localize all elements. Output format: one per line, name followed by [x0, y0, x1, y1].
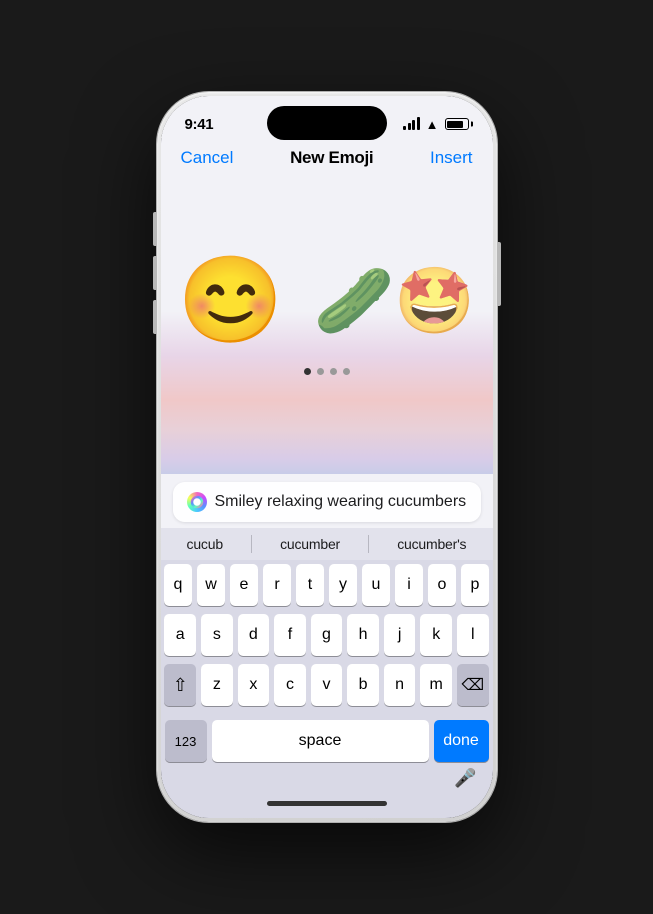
- key-x[interactable]: x: [238, 664, 270, 706]
- status-time: 9:41: [185, 116, 214, 133]
- key-c[interactable]: c: [274, 664, 306, 706]
- key-v[interactable]: v: [311, 664, 343, 706]
- signal-icon: [403, 118, 420, 130]
- key-o[interactable]: o: [428, 564, 456, 606]
- keyboard: q w e r t y u i o p a s: [161, 560, 493, 716]
- key-y[interactable]: y: [329, 564, 357, 606]
- microphone-icon[interactable]: 🎤: [454, 768, 476, 789]
- key-g[interactable]: g: [311, 614, 343, 656]
- key-q[interactable]: q: [164, 564, 192, 606]
- dot-2: [317, 368, 324, 375]
- key-u[interactable]: u: [362, 564, 390, 606]
- key-l[interactable]: l: [457, 614, 489, 656]
- key-row-1: q w e r t y u i o p: [165, 564, 489, 606]
- key-done-button[interactable]: done: [434, 720, 489, 762]
- autocomplete-bar: cucub cucumber cucumber's: [161, 528, 493, 560]
- autocomplete-word-2[interactable]: cucumber: [272, 533, 348, 555]
- autocomplete-word-3[interactable]: cucumber's: [389, 533, 474, 555]
- phone-frame: 9:41 ▲ Cancel New Emoji: [157, 92, 497, 822]
- dot-3: [330, 368, 337, 375]
- dot-1: [304, 368, 311, 375]
- key-i[interactable]: i: [395, 564, 423, 606]
- nav-title: New Emoji: [290, 148, 373, 168]
- search-bar[interactable]: Smiley relaxing wearing cucumbers: [173, 482, 481, 522]
- key-backspace[interactable]: ⌫: [457, 664, 489, 706]
- key-d[interactable]: d: [238, 614, 270, 656]
- primary-emoji[interactable]: 😊: [178, 258, 284, 343]
- status-icons: ▲: [403, 117, 468, 132]
- key-b[interactable]: b: [347, 664, 379, 706]
- key-t[interactable]: t: [296, 564, 324, 606]
- bottom-bar: 123 space done: [161, 716, 493, 768]
- key-shift[interactable]: ⇧: [164, 664, 196, 706]
- key-k[interactable]: k: [420, 614, 452, 656]
- emoji-row: 😊 🥒🤩: [178, 258, 476, 343]
- secondary-emoji[interactable]: 🥒🤩: [313, 268, 475, 333]
- mic-area: 🎤: [161, 768, 493, 793]
- key-row-2: a s d f g h j k l: [165, 614, 489, 656]
- autocomplete-word-1[interactable]: cucub: [179, 533, 231, 555]
- key-w[interactable]: w: [197, 564, 225, 606]
- key-space-button[interactable]: space: [212, 720, 429, 762]
- autocomplete-divider-2: [368, 535, 369, 553]
- key-row-3: ⇧ z x c v b n m ⌫: [165, 664, 489, 706]
- key-n[interactable]: n: [384, 664, 416, 706]
- apple-intelligence-icon: [187, 492, 207, 512]
- keyboard-area: Smiley relaxing wearing cucumbers cucub …: [161, 474, 493, 818]
- insert-button[interactable]: Insert: [430, 148, 473, 168]
- battery-icon: [445, 118, 469, 130]
- key-z[interactable]: z: [201, 664, 233, 706]
- page-dots: [304, 368, 350, 375]
- home-indicator: [267, 801, 387, 806]
- screen: 9:41 ▲ Cancel New Emoji: [161, 96, 493, 818]
- search-input-text[interactable]: Smiley relaxing wearing cucumbers: [215, 493, 467, 511]
- dynamic-island: [267, 106, 387, 140]
- wifi-icon: ▲: [426, 117, 439, 132]
- dot-4: [343, 368, 350, 375]
- key-m[interactable]: m: [420, 664, 452, 706]
- cancel-button[interactable]: Cancel: [181, 148, 234, 168]
- nav-bar: Cancel New Emoji Insert: [161, 140, 493, 178]
- emoji-preview-area: 😊 🥒🤩: [161, 178, 493, 474]
- key-f[interactable]: f: [274, 614, 306, 656]
- key-j[interactable]: j: [384, 614, 416, 656]
- key-a[interactable]: a: [164, 614, 196, 656]
- key-s[interactable]: s: [201, 614, 233, 656]
- key-h[interactable]: h: [347, 614, 379, 656]
- key-e[interactable]: e: [230, 564, 258, 606]
- key-123-button[interactable]: 123: [165, 720, 207, 762]
- home-indicator-area: [161, 793, 493, 818]
- autocomplete-divider-1: [251, 535, 252, 553]
- key-p[interactable]: p: [461, 564, 489, 606]
- phone-inner: 9:41 ▲ Cancel New Emoji: [161, 96, 493, 818]
- key-r[interactable]: r: [263, 564, 291, 606]
